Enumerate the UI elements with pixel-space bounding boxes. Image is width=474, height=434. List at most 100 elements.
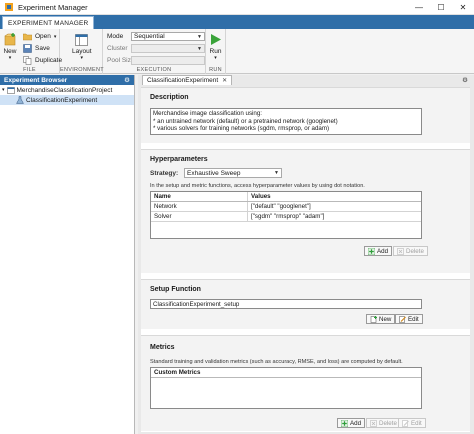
run-button[interactable]: Run ▾: [209, 33, 222, 61]
cluster-label: Cluster: [107, 45, 128, 52]
add-metric-button[interactable]: Add: [337, 418, 366, 428]
delete-label: Delete: [379, 419, 397, 427]
table-header: Custom Metrics: [151, 368, 421, 378]
custom-metrics-table: Custom Metrics: [150, 367, 422, 409]
run-group-label: RUN: [209, 67, 222, 73]
edit-icon: [402, 419, 409, 427]
setup-function-title: Setup Function: [150, 286, 201, 293]
chevron-down-icon: ▾: [214, 55, 217, 61]
open-label: Open: [35, 33, 51, 40]
document-tab-label: ClassificationExperiment: [147, 77, 219, 84]
new-label: New: [379, 315, 392, 323]
hyperparameter-name[interactable]: Solver: [151, 212, 248, 221]
description-line: * various solvers for training networks …: [153, 125, 330, 132]
chevron-down-icon: ▼: [197, 33, 202, 40]
new-setup-function-button[interactable]: New: [366, 314, 396, 324]
metrics-title: Metrics: [150, 344, 175, 351]
add-hyperparameter-button[interactable]: Add: [364, 246, 393, 256]
minimize-button[interactable]: —: [408, 0, 430, 14]
tab-classification-experiment[interactable]: ClassificationExperiment ✕: [142, 75, 233, 85]
column-header-custom-metrics[interactable]: Custom Metrics: [151, 368, 421, 377]
hyperparameters-title: Hyperparameters: [150, 156, 208, 163]
metrics-hint: Standard training and validation metrics…: [150, 359, 403, 365]
duplicate-icon: [23, 56, 32, 65]
hyperparameter-name[interactable]: Network: [151, 202, 248, 211]
experiment-manager-icon: [5, 3, 13, 11]
collapse-arrow-icon[interactable]: ▾: [2, 87, 5, 93]
save-icon: [23, 44, 32, 53]
strategy-dropdown[interactable]: Exhaustive Sweep ▼: [184, 168, 282, 178]
edit-label: Edit: [408, 315, 419, 323]
delete-icon: [397, 247, 404, 255]
close-icon[interactable]: ✕: [222, 77, 227, 84]
project-icon: [6, 87, 15, 94]
delete-icon: [370, 419, 377, 427]
gear-icon[interactable]: ⚙: [462, 76, 468, 84]
delete-metric-button[interactable]: Delete: [366, 418, 401, 428]
toolstrip: New ▾ Open ▾ Save Duplicate FILE Layout …: [0, 29, 474, 74]
run-label: Run: [209, 48, 222, 55]
hyperparameters-section: Hyperparameters Strategy: Exhaustive Swe…: [141, 149, 470, 273]
browser-header: Experiment Browser ⚙: [0, 75, 134, 85]
new-icon: [4, 33, 16, 46]
metrics-section: Metrics Standard training and validation…: [141, 335, 470, 431]
add-icon: [341, 419, 348, 427]
duplicate-button[interactable]: Duplicate: [23, 56, 62, 65]
table-row[interactable]: Solver ["sgdm" "rmsprop" "adam"]: [151, 212, 421, 222]
strategy-label: Strategy:: [150, 170, 179, 177]
new-label: New: [3, 48, 17, 55]
edit-setup-function-button[interactable]: Edit: [395, 314, 423, 324]
table-row[interactable]: Network ["default" "googlenet"]: [151, 202, 421, 212]
cluster-dropdown[interactable]: ▼: [131, 44, 205, 53]
layout-label: Layout: [72, 48, 92, 55]
browser-title: Experiment Browser: [4, 76, 68, 84]
flask-icon: [16, 96, 24, 104]
hyperparameters-hint: In the setup and metric functions, acces…: [150, 183, 365, 189]
open-button[interactable]: Open ▾: [23, 32, 56, 41]
layout-icon: [75, 34, 89, 46]
experiment-browser: Experiment Browser ⚙ ▾ MerchandiseClassi…: [0, 75, 135, 434]
chevron-down-icon: ▾: [8, 55, 12, 61]
run-group: Run ▾ RUN: [206, 29, 226, 74]
title-bar: Experiment Manager — ☐ ✕: [0, 0, 474, 15]
save-button[interactable]: Save: [23, 44, 50, 53]
description-textbox[interactable]: Merchandise image classification using: …: [150, 108, 422, 135]
description-line: Merchandise image classification using:: [153, 110, 263, 117]
environment-group: Layout ▾ ENVIRONMENT: [60, 29, 104, 74]
gear-icon[interactable]: ⚙: [124, 76, 130, 84]
setup-function-field[interactable]: ClassificationExperiment_setup: [150, 299, 422, 309]
edit-label: Edit: [411, 419, 422, 427]
edit-metric-button[interactable]: Edit: [398, 418, 426, 428]
document-area: ClassificationExperiment ✕ ⚙ Description…: [138, 75, 474, 434]
hyperparameter-table: Name Values Network ["default" "googlene…: [150, 191, 422, 239]
pool-size-field[interactable]: [131, 56, 205, 65]
add-label: Add: [377, 247, 389, 255]
mode-value: Sequential: [134, 33, 165, 40]
experiment-definition: Description Merchandise image classifica…: [141, 87, 470, 432]
new-button[interactable]: New ▾: [3, 33, 17, 61]
layout-button[interactable]: Layout ▾: [72, 34, 92, 61]
chevron-down-icon: ▼: [274, 170, 279, 176]
save-label: Save: [35, 45, 50, 52]
tab-experiment-manager[interactable]: EXPERIMENT MANAGER: [2, 16, 95, 29]
column-header-name[interactable]: Name: [151, 192, 248, 201]
strategy-value: Exhaustive Sweep: [187, 169, 241, 177]
setup-function-section: Setup Function ClassificationExperiment_…: [141, 279, 470, 329]
description-section: Description Merchandise image classifica…: [141, 87, 470, 143]
tree-item-project[interactable]: ▾ MerchandiseClassificationProject: [0, 85, 134, 95]
hyperparameter-values[interactable]: ["sgdm" "rmsprop" "adam"]: [248, 212, 421, 221]
maximize-button[interactable]: ☐: [430, 0, 452, 14]
delete-hyperparameter-button[interactable]: Delete: [393, 246, 428, 256]
tree-item-experiment[interactable]: ClassificationExperiment: [0, 95, 134, 105]
environment-group-label: ENVIRONMENT: [60, 67, 104, 73]
window-title: Experiment Manager: [18, 2, 88, 12]
project-name: MerchandiseClassificationProject: [16, 86, 113, 94]
hyperparameter-values[interactable]: ["default" "googlenet"]: [248, 202, 421, 211]
close-button[interactable]: ✕: [452, 0, 474, 14]
chevron-down-icon: ▾: [53, 33, 57, 40]
execution-group-label: EXECUTION: [136, 67, 172, 73]
ribbon-tabstrip: EXPERIMENT MANAGER: [0, 15, 474, 29]
column-header-values[interactable]: Values: [248, 192, 421, 201]
mode-label: Mode: [107, 33, 124, 40]
mode-dropdown[interactable]: Sequential ▼: [131, 32, 205, 41]
